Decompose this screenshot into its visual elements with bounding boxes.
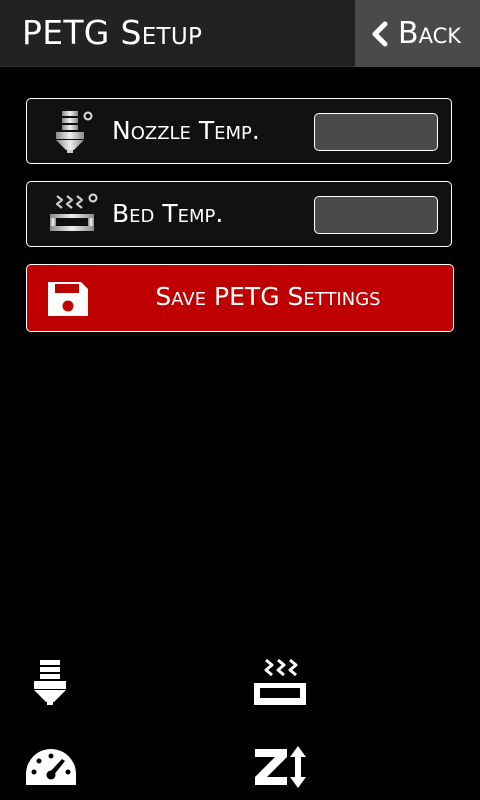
nozzle-temp-row: Nozzle Temp. xyxy=(26,98,452,164)
save-button-label: Save PETG Settings xyxy=(155,282,381,311)
nozzle-temp-input[interactable] xyxy=(314,113,438,151)
nozzle-temp-label: Nozzle Temp. xyxy=(112,116,260,145)
bed-temp-label: Bed Temp. xyxy=(112,199,224,228)
back-label: Back xyxy=(398,16,462,51)
bed-temp-input[interactable] xyxy=(314,196,438,234)
nozzle-icon xyxy=(56,111,93,153)
z-axis-icon[interactable] xyxy=(252,745,308,789)
save-petg-settings-button[interactable]: Save PETG Settings xyxy=(26,264,454,332)
speedometer-icon[interactable] xyxy=(24,747,78,787)
heated-bed-icon xyxy=(50,193,98,231)
page-title: PETG Setup xyxy=(22,13,203,52)
bed-temp-row: Bed Temp. xyxy=(26,181,452,247)
back-button[interactable]: Back xyxy=(355,0,480,67)
chevron-left-icon xyxy=(372,21,388,47)
heated-bed-icon[interactable] xyxy=(252,658,308,708)
header-bar: PETG Setup Back xyxy=(0,0,480,67)
extruder-icon[interactable] xyxy=(30,658,70,706)
